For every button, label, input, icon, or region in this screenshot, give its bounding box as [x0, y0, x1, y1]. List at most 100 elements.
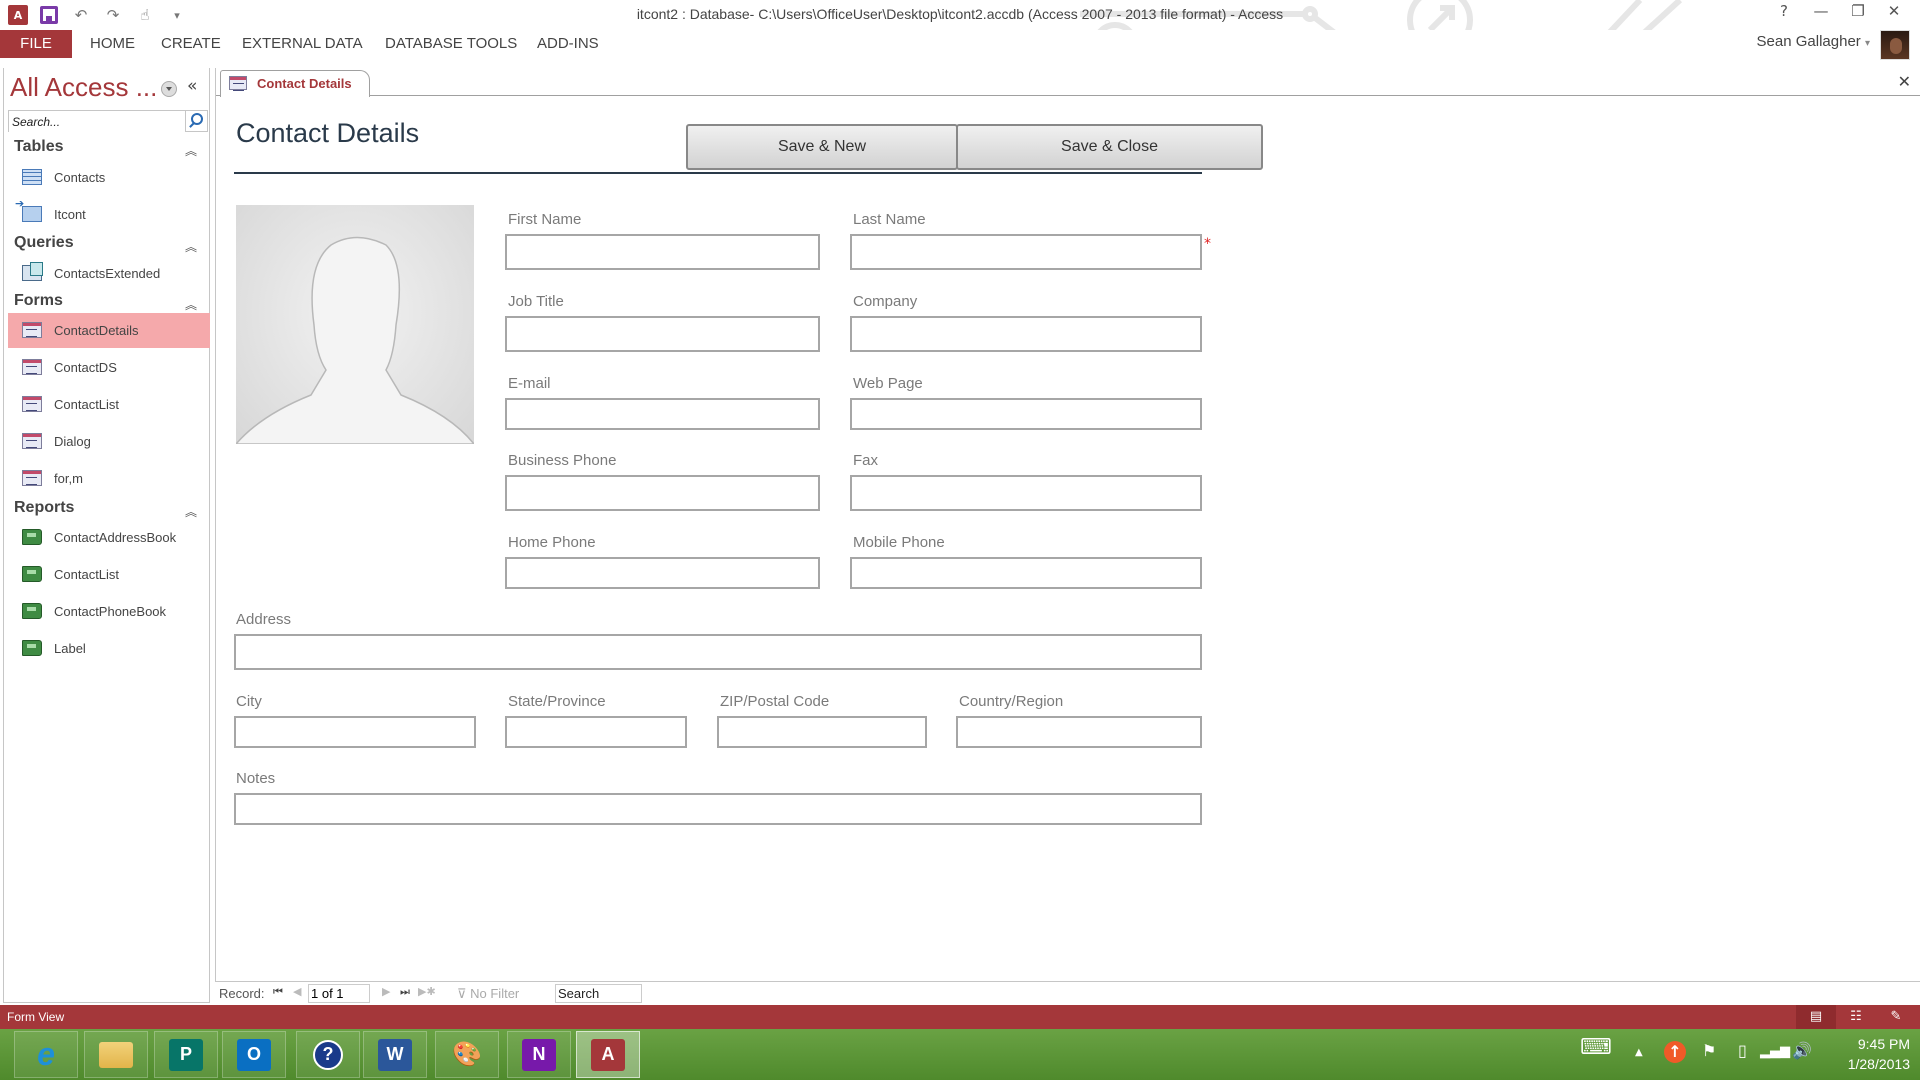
contact-photo[interactable]: [236, 205, 474, 444]
volume-icon[interactable]: 🔊: [1792, 1041, 1812, 1060]
state-field[interactable]: [505, 716, 687, 748]
nav-item-contactlist-form[interactable]: ContactList: [8, 387, 210, 422]
close-window-button[interactable]: ✕: [1880, 2, 1908, 20]
current-record-input[interactable]: [308, 984, 370, 1003]
taskbar-word[interactable]: W: [363, 1031, 427, 1078]
web-page-field[interactable]: [850, 398, 1202, 430]
state-label: State/Province: [508, 693, 606, 710]
job-title-field[interactable]: [505, 316, 820, 352]
address-field[interactable]: [234, 634, 1202, 670]
required-indicator: *: [1204, 236, 1211, 252]
record-search-input[interactable]: [555, 984, 642, 1003]
network-signal-icon[interactable]: ▂▄▆: [1760, 1044, 1790, 1059]
battery-icon[interactable]: ▯: [1738, 1041, 1747, 1060]
action-center-flag-icon[interactable]: ⚑: [1702, 1041, 1716, 1060]
save-and-new-button[interactable]: Save & New: [686, 124, 958, 170]
collapse-group-icon[interactable]: ︽: [185, 238, 197, 255]
nav-pane-menu-icon[interactable]: [161, 81, 177, 97]
nav-item-label: Label: [54, 641, 86, 656]
taskbar-paint[interactable]: 🎨: [435, 1031, 499, 1078]
clock-time[interactable]: 9:45 PM: [1830, 1036, 1910, 1052]
taskbar-publisher[interactable]: P: [154, 1031, 218, 1078]
search-icon[interactable]: [185, 111, 207, 131]
first-record-button[interactable]: ⏮: [273, 985, 283, 999]
document-tab-contact-details[interactable]: Contact Details: [220, 70, 370, 97]
nav-item-label: ContactAddressBook: [54, 530, 177, 545]
tab-file[interactable]: FILE: [0, 30, 72, 58]
nav-item-contacts-table[interactable]: Contacts: [8, 160, 210, 195]
nav-group-queries[interactable]: Queries: [14, 234, 74, 252]
nav-item-form-m-form[interactable]: for,m: [8, 461, 210, 496]
clock-date[interactable]: 1/28/2013: [1820, 1056, 1910, 1072]
touch-keyboard-icon[interactable]: ⌨: [1580, 1035, 1612, 1060]
fax-field[interactable]: [850, 475, 1202, 511]
form-icon: [229, 76, 247, 91]
taskbar-help[interactable]: ?: [296, 1031, 360, 1078]
last-record-button[interactable]: ⏭: [400, 985, 410, 999]
tab-create[interactable]: CREATE: [161, 30, 221, 58]
city-field[interactable]: [234, 716, 476, 748]
notes-label: Notes: [236, 770, 276, 787]
zip-field[interactable]: [717, 716, 927, 748]
taskbar-onenote[interactable]: N: [507, 1031, 571, 1078]
collapse-group-icon[interactable]: ︽: [185, 503, 197, 520]
mobile-phone-field[interactable]: [850, 557, 1202, 589]
collapse-group-icon[interactable]: ︽: [185, 296, 197, 313]
restore-button[interactable]: ❐: [1844, 2, 1872, 20]
nav-pane-title[interactable]: All Access ...: [10, 72, 157, 103]
update-icon[interactable]: ↑: [1664, 1041, 1686, 1063]
layout-view-button[interactable]: ☷: [1836, 1005, 1876, 1029]
nav-item-contactlist-report[interactable]: ContactList: [8, 557, 210, 592]
collapse-group-icon[interactable]: ︽: [185, 142, 197, 159]
filter-icon: ⊽: [457, 986, 471, 1001]
tab-add-ins[interactable]: ADD-INS: [537, 30, 599, 58]
show-hidden-icons[interactable]: ▲: [1635, 1047, 1643, 1058]
user-dropdown-icon: ▾: [1864, 38, 1870, 49]
help-icon[interactable]: ?: [1770, 2, 1798, 20]
nav-item-contactaddressbook-report[interactable]: ContactAddressBook: [8, 520, 210, 555]
mobile-phone-label: Mobile Phone: [853, 534, 945, 551]
nav-item-label-report[interactable]: Label: [8, 631, 210, 666]
document-tab-label: Contact Details: [257, 76, 352, 91]
nav-item-contactds-form[interactable]: ContactDS: [8, 350, 210, 385]
nav-group-reports[interactable]: Reports: [14, 499, 74, 517]
taskbar-internet-explorer[interactable]: e: [14, 1031, 78, 1078]
company-field[interactable]: [850, 316, 1202, 352]
nav-search-input[interactable]: [9, 112, 185, 132]
save-and-close-button[interactable]: Save & Close: [956, 124, 1263, 170]
new-record-button[interactable]: ▶✱: [418, 985, 436, 998]
record-navigation-bar: Record: ⏮ ◀ ▶ ⏭ ▶✱ ⊽ No Filter: [215, 981, 1920, 1005]
nav-group-forms[interactable]: Forms: [14, 292, 63, 310]
nav-item-contactphonebook-report[interactable]: ContactPhoneBook: [8, 594, 210, 629]
notes-field[interactable]: [234, 793, 1202, 825]
next-record-button[interactable]: ▶: [382, 985, 390, 998]
nav-item-label: ContactsExtended: [54, 266, 161, 281]
filter-toggle[interactable]: ⊽ No Filter: [457, 986, 519, 1002]
last-name-field[interactable]: [850, 234, 1202, 270]
nav-item-dialog-form[interactable]: Dialog: [8, 424, 210, 459]
tab-database-tools[interactable]: DATABASE TOOLS: [385, 30, 517, 58]
nav-item-label: ContactList: [54, 567, 120, 582]
nav-group-tables[interactable]: Tables: [14, 138, 64, 156]
business-phone-field[interactable]: [505, 475, 820, 511]
taskbar-access[interactable]: A: [576, 1031, 640, 1078]
nav-item-contactdetails-form[interactable]: ContactDetails: [8, 313, 210, 348]
email-field[interactable]: [505, 398, 820, 430]
home-phone-field[interactable]: [505, 557, 820, 589]
avatar[interactable]: [1880, 30, 1910, 60]
tab-home[interactable]: HOME: [90, 30, 135, 58]
nav-item-itcont-table[interactable]: Itcont: [8, 197, 210, 232]
collapse-nav-icon[interactable]: «: [187, 76, 197, 96]
nav-item-contactsextended-query[interactable]: ContactsExtended: [8, 256, 210, 291]
taskbar-outlook[interactable]: O: [222, 1031, 286, 1078]
minimize-button[interactable]: —: [1807, 2, 1835, 20]
previous-record-button[interactable]: ◀: [293, 985, 301, 998]
country-field[interactable]: [956, 716, 1202, 748]
first-name-field[interactable]: [505, 234, 820, 270]
tab-external-data[interactable]: EXTERNAL DATA: [242, 30, 363, 58]
user-account[interactable]: Sean Gallagher ▾: [1757, 33, 1870, 50]
close-document-icon[interactable]: ✕: [1898, 72, 1911, 91]
form-view-button[interactable]: ▤: [1796, 1005, 1836, 1029]
taskbar-file-explorer[interactable]: [84, 1031, 148, 1078]
design-view-button[interactable]: ✎: [1876, 1005, 1916, 1029]
